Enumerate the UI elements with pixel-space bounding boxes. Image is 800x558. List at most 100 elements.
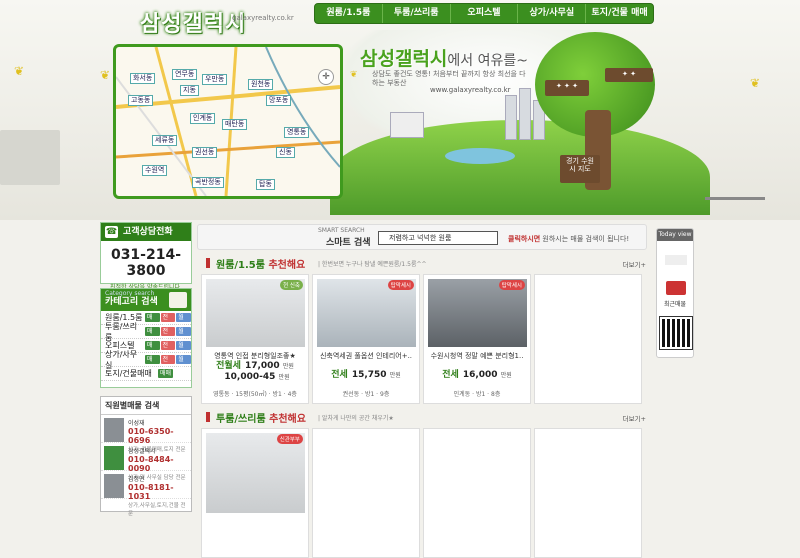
- listing-badge: 탑막세시: [498, 280, 525, 290]
- listing-price: 전세 15,750 만원: [313, 370, 419, 381]
- map-label[interactable]: 원천동: [248, 79, 274, 90]
- map-label[interactable]: 인계동: [190, 113, 216, 124]
- listing-photo: [206, 433, 305, 513]
- map-sign[interactable]: 경기 수원시 지도: [560, 155, 600, 183]
- section-title-main: 원룸/1.5룸: [216, 260, 265, 271]
- butterfly-icon: ❦: [100, 68, 111, 82]
- nav-item-officetel[interactable]: 오피스텔: [451, 4, 519, 23]
- staff-search-box: 직원별매물 검색 이성재 010-6350-0696 상가, 건물매매,토지 전문 …: [100, 396, 192, 517]
- wood-sign: ✦ ✦ ✦: [545, 80, 589, 96]
- tag-wolse[interactable]: 월세: [176, 313, 191, 330]
- section-title: 투룸/쓰리룸 추천해요: [216, 410, 306, 425]
- tag-sale[interactable]: 매매: [158, 369, 174, 378]
- section-marker: [206, 412, 210, 422]
- contact-box: ☎ 고객상담전화 031-214-3800 친절한 상담을 약속드립니다.: [100, 222, 192, 291]
- avatar: [104, 446, 124, 470]
- map-label[interactable]: 세류동: [152, 135, 178, 146]
- site-logo[interactable]: 삼성갤럭시: [140, 6, 246, 38]
- map-label[interactable]: 신동: [276, 147, 295, 158]
- today-item-label[interactable]: 최근매물: [657, 299, 693, 308]
- map-label[interactable]: 망포동: [266, 95, 292, 106]
- today-view-title: Today view: [657, 229, 693, 241]
- tag-jeonse[interactable]: 전세: [160, 327, 176, 344]
- butterfly-icon: ❦: [14, 64, 25, 78]
- qr-code-icon[interactable]: [659, 316, 693, 350]
- tag-wolse[interactable]: 월세: [176, 355, 191, 372]
- listing-card-empty: [423, 428, 531, 558]
- pond: [445, 148, 515, 164]
- listing-title: 신축역세권 풀옵션 인테리어+..: [319, 352, 413, 360]
- tag-wolse[interactable]: 월세: [176, 341, 191, 358]
- listing-price: 전월세 17,000 만원 10,000-45 만원: [202, 361, 308, 383]
- category-item[interactable]: 상가/사무실매매전세월세: [101, 350, 191, 372]
- category-item[interactable]: 투룸/쓰리룸매매전세월세: [101, 322, 191, 344]
- staff-phone: 010-8484-0090: [128, 455, 174, 473]
- contact-header: ☎ 고객상담전화: [101, 223, 191, 241]
- map-label[interactable]: 수원역: [142, 165, 168, 176]
- listing-price-unit: 만원: [500, 372, 512, 379]
- staff-item[interactable]: 이성재 010-6350-0696 상가, 건물매매,토지 전문: [101, 415, 191, 453]
- map-label[interactable]: 영통동: [284, 127, 310, 138]
- listing-location: 인계동 · 방1 · 8층: [453, 391, 501, 398]
- map-label[interactable]: 곡반정동: [192, 177, 224, 188]
- section-tworoom-header: 투룸/쓰리룸 추천해요 | 알차게 나만의 공간 채우기★ 더보기+: [198, 410, 646, 425]
- map-label[interactable]: 매탄동: [222, 119, 248, 130]
- tag-jeonse[interactable]: 전세: [160, 313, 176, 330]
- house-illustration: [390, 112, 424, 138]
- nav-item-tworoom[interactable]: 투룸/쓰리룸: [383, 4, 451, 23]
- site-url: www.galaxyrealty.co.kr: [430, 86, 511, 94]
- listing-card[interactable]: 현 신축 영통역 인접 분리형일조좋★ 전월세 17,000 만원 10,000-4…: [201, 274, 309, 404]
- listing-card[interactable]: 신관부부: [201, 428, 309, 558]
- tag-wolse[interactable]: 월세: [176, 327, 191, 344]
- map-label[interactable]: 권선동: [192, 147, 218, 158]
- staff-item[interactable]: 삼성갤럭시 010-8484-0090 상가 및 사무실 담당 전문: [101, 443, 191, 481]
- map-label[interactable]: 지동: [180, 85, 199, 96]
- listing-deal: 전월세: [216, 361, 241, 371]
- map-label[interactable]: 연무동: [172, 69, 198, 80]
- wood-sign: ✦ ✦: [605, 68, 653, 82]
- area-map[interactable]: 화서동 연무동 우만동 고동동 지동 매탄동 망포동 영통동 원천동 신동 권선…: [113, 44, 343, 199]
- listing-price: 전세 16,000 만원: [424, 370, 530, 381]
- butterfly-icon: ❦: [350, 70, 358, 80]
- contact-number[interactable]: 031-214-3800: [101, 247, 191, 279]
- butterfly-icon: ❦: [750, 76, 761, 90]
- category-search-box: Category search 카테고리 검색 원룸/1.5룸매매전세월세 투룸…: [100, 288, 192, 388]
- search-input[interactable]: 저렴하고 넉넉한 원룸: [378, 231, 498, 245]
- listing-price-value2: 10,000-45: [224, 372, 276, 382]
- map-sign-label: 경기 수원시 지도: [566, 157, 594, 173]
- today-view-panel: Today view 최근매물: [656, 228, 694, 358]
- tag-sale[interactable]: 매매: [144, 341, 160, 358]
- tag-jeonse[interactable]: 전세: [160, 355, 176, 372]
- tag-sale[interactable]: 매매: [144, 327, 160, 344]
- map-label[interactable]: 탑동: [256, 179, 275, 190]
- map-label[interactable]: 고동동: [128, 95, 154, 106]
- nav-item-store[interactable]: 상가/사무실: [518, 4, 587, 23]
- tag-sale[interactable]: 매매: [144, 313, 160, 330]
- section-title: 원룸/1.5룸 추천해요: [216, 256, 305, 271]
- listing-deal: 전세: [442, 370, 459, 380]
- more-link[interactable]: 더보기+: [623, 259, 646, 269]
- nav-item-land[interactable]: 토지/건물 매매: [586, 4, 653, 23]
- mailbox-sign: [0, 130, 60, 185]
- listing-card-empty: [534, 274, 642, 404]
- listing-card[interactable]: 탑막세시 수원시청역 정말 예쁜 분리형1.. 전세 16,000 만원 인계동 …: [423, 274, 531, 404]
- staff-name: 이성재: [128, 420, 145, 427]
- staff-name: 김정민: [128, 476, 145, 483]
- more-link[interactable]: 더보기+: [623, 413, 646, 423]
- listing-price-value: 17,000: [244, 361, 280, 371]
- listing-card-empty: [312, 428, 420, 558]
- house-icon: [169, 292, 187, 308]
- nav-item-oneroom[interactable]: 원룸/1.5룸: [315, 4, 383, 23]
- search-small-label: SMART SEARCH: [318, 227, 365, 234]
- staff-item[interactable]: 김정민 010-8181-1031 상가,사무실,토지,건물 전문: [101, 471, 191, 517]
- listing-card[interactable]: 탑막세시 신축역세권 풀옵션 인테리어+.. 전세 15,750 만원 권선동 ·…: [312, 274, 420, 404]
- map-label[interactable]: 우만동: [202, 74, 228, 85]
- map-label[interactable]: 화서동: [130, 73, 156, 84]
- tag-sale[interactable]: 매매: [144, 355, 160, 372]
- staff-phone: 010-8181-1031: [128, 483, 174, 501]
- category-header: Category search 카테고리 검색: [101, 289, 191, 311]
- listing-deal: 전세: [331, 370, 348, 380]
- staff-desc: 상가,사무실,토지,건물 전문: [128, 503, 186, 517]
- today-thumb[interactable]: [665, 255, 687, 265]
- tag-jeonse[interactable]: 전세: [160, 341, 176, 358]
